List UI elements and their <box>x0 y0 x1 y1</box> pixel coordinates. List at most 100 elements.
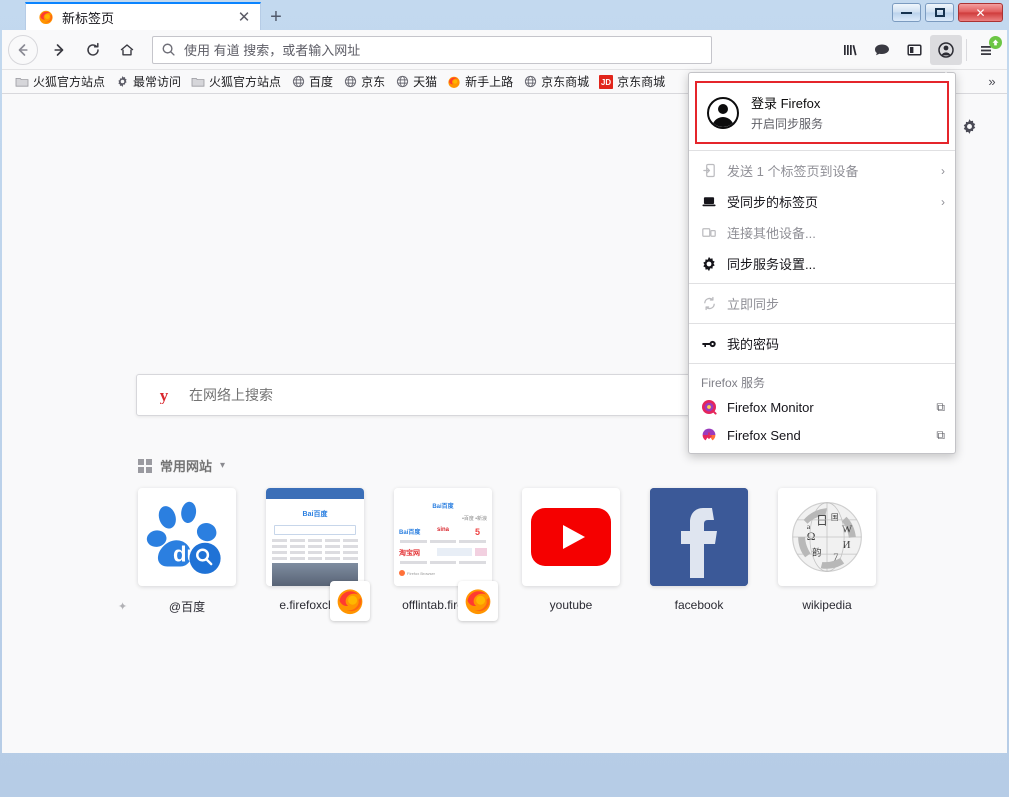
synced-tabs-item[interactable]: 受同步的标签页 › <box>689 186 955 217</box>
my-passwords-item[interactable]: 我的密码 <box>689 328 955 359</box>
facebook-logo <box>650 488 748 586</box>
bookmarks-overflow-button[interactable]: » <box>979 71 1005 93</box>
panel-separator <box>689 150 955 151</box>
top-site-label: @百度 <box>138 598 236 615</box>
chevron-down-icon[interactable]: ▾ <box>220 460 225 471</box>
app-menu-button[interactable] <box>971 35 1003 65</box>
pin-icon: ✦ <box>118 600 127 613</box>
globe-icon <box>523 75 537 89</box>
baidu-logo: du <box>146 496 228 578</box>
sync-settings-item[interactable]: 同步服务设置... <box>689 248 955 279</box>
monitor-icon <box>701 399 717 415</box>
send-tab-to-device-item[interactable]: 发送 1 个标签页到设备 › <box>689 155 955 186</box>
bookmark-item-most-visited[interactable]: 最常访问 <box>110 71 186 92</box>
bookmark-item-jd[interactable]: 京东 <box>338 71 390 92</box>
gear-icon <box>701 256 717 272</box>
folder-icon <box>15 75 29 89</box>
reload-icon <box>85 42 101 58</box>
firefox-account-panel: 登录 Firefox 开启同步服务 发送 1 个标签页到设备 › 受同步的标签页… <box>688 72 956 454</box>
bookmark-item-tmall[interactable]: 天猫 <box>390 71 442 92</box>
svg-text:韵: 韵 <box>812 547 821 559</box>
browser-tab[interactable]: 新标签页 ✕ <box>25 2 261 30</box>
close-window-button[interactable]: ✕ <box>958 3 1003 22</box>
sign-in-title: 登录 Firefox <box>751 93 823 112</box>
forward-button[interactable] <box>42 34 76 66</box>
folder-icon <box>191 75 205 89</box>
globe-icon <box>395 75 409 89</box>
library-icon <box>842 42 859 58</box>
bookmark-item-getting-started[interactable]: 新手上路 <box>442 71 518 92</box>
gear-icon <box>115 75 129 89</box>
arrow-left-icon <box>15 42 31 58</box>
sidebar-icon <box>906 42 923 58</box>
top-site-tile[interactable]: 日 W Ω И 韵 7 а 国 <box>778 488 876 615</box>
top-site-thumbnail: Bai百度 <box>266 488 364 586</box>
top-site-tile[interactable]: du ✦ @百度 <box>138 488 236 615</box>
menu-item-label: 受同步的标签页 <box>727 192 931 211</box>
bookmark-label: 京东 <box>361 73 385 90</box>
tab-close-icon[interactable]: ✕ <box>234 7 254 27</box>
bookmark-item-baidu[interactable]: 百度 <box>286 71 338 92</box>
key-icon <box>701 336 717 352</box>
address-bar[interactable]: 使用 有道 搜索，或者输入网址 <box>152 36 712 64</box>
top-site-tile[interactable]: youtube <box>522 488 620 615</box>
menu-item-label: 我的密码 <box>727 334 945 353</box>
sidebar-button[interactable] <box>898 35 930 65</box>
bookmark-label: 最常访问 <box>133 73 181 90</box>
new-tab-button[interactable]: + <box>261 4 291 30</box>
svg-text:日: 日 <box>816 515 828 528</box>
speech-bubble-icon <box>873 42 891 58</box>
bookmark-item-firefox-official-1[interactable]: 火狐官方站点 <box>10 71 110 92</box>
bookmark-item-firefox-official-2[interactable]: 火狐官方站点 <box>186 71 286 92</box>
sign-in-to-firefox-button[interactable]: 登录 Firefox 开启同步服务 <box>695 81 949 144</box>
firefox-monitor-item[interactable]: Firefox Monitor ⧉ <box>689 393 955 421</box>
sync-now-item[interactable]: 立即同步 <box>689 288 955 319</box>
reload-button[interactable] <box>76 34 110 66</box>
chevron-right-icon: › <box>941 164 945 178</box>
maximize-button[interactable] <box>925 3 954 22</box>
bookmark-label: 百度 <box>309 73 333 90</box>
svg-text:国: 国 <box>831 513 839 522</box>
firefox-icon <box>458 581 498 621</box>
globe-icon <box>291 75 305 89</box>
firefox-send-item[interactable]: Firefox Send ⧉ <box>689 421 955 449</box>
youdao-icon: y <box>155 386 173 404</box>
maximize-icon <box>935 8 945 17</box>
grid-icon <box>138 459 152 473</box>
top-site-tile[interactable]: facebook <box>650 488 748 615</box>
send-icon <box>701 427 717 443</box>
update-badge-icon <box>989 36 1002 49</box>
jd-icon: JD <box>599 75 613 89</box>
account-button[interactable] <box>930 35 962 65</box>
menu-item-label: Firefox Send <box>727 428 926 443</box>
firefox-services-caption: Firefox 服务 <box>689 368 955 393</box>
toolbar-buttons <box>834 35 1003 65</box>
arrow-right-icon <box>51 42 67 58</box>
sign-in-subtitle: 开启同步服务 <box>751 115 823 132</box>
laptop-icon <box>701 194 717 210</box>
account-icon <box>937 41 955 59</box>
account-avatar-icon <box>707 97 739 129</box>
top-sites-section-header[interactable]: 常用网站 ▾ <box>138 456 225 475</box>
pocket-button[interactable] <box>866 35 898 65</box>
newtab-prefs-gear-icon[interactable] <box>957 114 981 138</box>
external-link-icon: ⧉ <box>936 400 945 415</box>
top-site-tile[interactable]: Bai百度 •百度 •新浪 Bai百度 sina 5 淘宝网 <box>394 488 492 615</box>
home-button[interactable] <box>110 34 144 66</box>
navigation-toolbar: 使用 有道 搜索，或者输入网址 <box>2 30 1007 70</box>
bookmark-label: 火狐官方站点 <box>209 73 281 90</box>
top-site-thumbnail <box>522 488 620 586</box>
library-button[interactable] <box>834 35 866 65</box>
top-site-tile[interactable]: Bai百度 <box>266 488 364 615</box>
menu-item-label: 同步服务设置... <box>727 254 945 273</box>
panel-separator <box>689 283 955 284</box>
site-screenshot: Bai百度 •百度 •新浪 Bai百度 sina 5 淘宝网 <box>394 488 492 586</box>
connect-another-device-item[interactable]: 连接其他设备... <box>689 217 955 248</box>
panel-separator <box>689 323 955 324</box>
minimize-button[interactable] <box>892 3 921 22</box>
top-site-thumbnail: du <box>138 488 236 586</box>
toolbar-separator <box>966 39 967 61</box>
bookmark-item-jd-mall-2[interactable]: JD 京东商城 <box>594 71 670 92</box>
bookmark-item-jd-mall[interactable]: 京东商城 <box>518 71 594 92</box>
back-button[interactable] <box>8 35 38 65</box>
